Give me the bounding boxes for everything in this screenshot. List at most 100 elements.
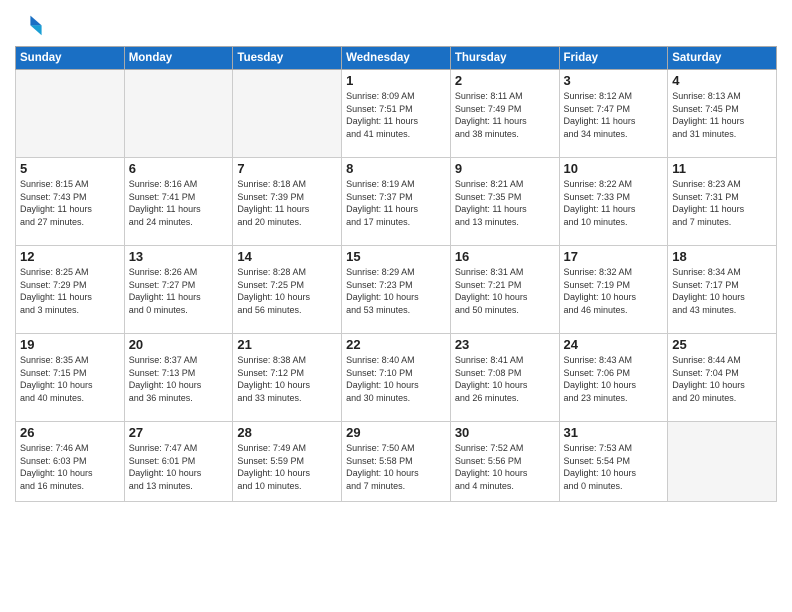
day-info: Sunrise: 8:34 AM Sunset: 7:17 PM Dayligh… [672, 266, 772, 316]
day-number: 30 [455, 425, 555, 440]
day-number: 13 [129, 249, 229, 264]
calendar-header-tuesday: Tuesday [233, 47, 342, 70]
calendar-cell: 2 Sunrise: 8:11 AM Sunset: 7:49 PM Daylig… [450, 70, 559, 158]
calendar-cell: 27 Sunrise: 7:47 AM Sunset: 6:01 PM Dayli… [124, 422, 233, 502]
calendar-header-friday: Friday [559, 47, 668, 70]
day-number: 1 [346, 73, 446, 88]
day-info: Sunrise: 8:38 AM Sunset: 7:12 PM Dayligh… [237, 354, 337, 404]
calendar-cell [16, 70, 125, 158]
day-number: 3 [564, 73, 664, 88]
calendar-cell [124, 70, 233, 158]
day-number: 25 [672, 337, 772, 352]
day-info: Sunrise: 8:31 AM Sunset: 7:21 PM Dayligh… [455, 266, 555, 316]
calendar-header-sunday: Sunday [16, 47, 125, 70]
calendar-header-wednesday: Wednesday [342, 47, 451, 70]
calendar-cell: 20 Sunrise: 8:37 AM Sunset: 7:13 PM Dayli… [124, 334, 233, 422]
day-number: 9 [455, 161, 555, 176]
calendar-cell: 4 Sunrise: 8:13 AM Sunset: 7:45 PM Daylig… [668, 70, 777, 158]
day-info: Sunrise: 8:25 AM Sunset: 7:29 PM Dayligh… [20, 266, 120, 316]
calendar-cell: 8 Sunrise: 8:19 AM Sunset: 7:37 PM Daylig… [342, 158, 451, 246]
day-number: 19 [20, 337, 120, 352]
day-number: 22 [346, 337, 446, 352]
calendar-header-monday: Monday [124, 47, 233, 70]
calendar-cell: 30 Sunrise: 7:52 AM Sunset: 5:56 PM Dayli… [450, 422, 559, 502]
calendar-week-1: 1Sunrise: 8:09 AM Sunset: 7:51 PM Daylig… [16, 70, 777, 158]
day-info: Sunrise: 8:40 AM Sunset: 7:10 PM Dayligh… [346, 354, 446, 404]
day-info: Sunrise: 7:46 AM Sunset: 6:03 PM Dayligh… [20, 442, 120, 492]
calendar-cell [668, 422, 777, 502]
calendar-cell: 24 Sunrise: 8:43 AM Sunset: 7:06 PM Dayli… [559, 334, 668, 422]
day-info: Sunrise: 8:43 AM Sunset: 7:06 PM Dayligh… [564, 354, 664, 404]
calendar: SundayMondayTuesdayWednesdayThursdayFrid… [15, 46, 777, 502]
day-info: Sunrise: 8:11 AM Sunset: 7:49 PM Dayligh… [455, 90, 555, 140]
calendar-cell: 26 Sunrise: 7:46 AM Sunset: 6:03 PM Dayli… [16, 422, 125, 502]
day-number: 20 [129, 337, 229, 352]
calendar-cell: 13 Sunrise: 8:26 AM Sunset: 7:27 PM Dayli… [124, 246, 233, 334]
calendar-cell: 17Sunrise: 8:32 AM Sunset: 7:19 PM Dayli… [559, 246, 668, 334]
day-number: 29 [346, 425, 446, 440]
day-number: 10 [564, 161, 664, 176]
day-number: 14 [237, 249, 337, 264]
calendar-cell: 23 Sunrise: 8:41 AM Sunset: 7:08 PM Dayli… [450, 334, 559, 422]
calendar-cell: 18 Sunrise: 8:34 AM Sunset: 7:17 PM Dayli… [668, 246, 777, 334]
day-info: Sunrise: 8:29 AM Sunset: 7:23 PM Dayligh… [346, 266, 446, 316]
day-number: 8 [346, 161, 446, 176]
day-info: Sunrise: 7:53 AM Sunset: 5:54 PM Dayligh… [564, 442, 664, 492]
calendar-cell: 31 Sunrise: 7:53 AM Sunset: 5:54 PM Dayli… [559, 422, 668, 502]
day-number: 23 [455, 337, 555, 352]
day-number: 21 [237, 337, 337, 352]
calendar-week-5: 26 Sunrise: 7:46 AM Sunset: 6:03 PM Dayli… [16, 422, 777, 502]
day-info: Sunrise: 8:16 AM Sunset: 7:41 PM Dayligh… [129, 178, 229, 228]
day-number: 31 [564, 425, 664, 440]
day-number: 12 [20, 249, 120, 264]
day-info: Sunrise: 8:13 AM Sunset: 7:45 PM Dayligh… [672, 90, 772, 140]
day-number: 2 [455, 73, 555, 88]
calendar-cell: 3 Sunrise: 8:12 AM Sunset: 7:47 PM Daylig… [559, 70, 668, 158]
day-info: Sunrise: 8:23 AM Sunset: 7:31 PM Dayligh… [672, 178, 772, 228]
day-number: 27 [129, 425, 229, 440]
day-number: 11 [672, 161, 772, 176]
day-number: 4 [672, 73, 772, 88]
day-info: Sunrise: 8:12 AM Sunset: 7:47 PM Dayligh… [564, 90, 664, 140]
day-number: 5 [20, 161, 120, 176]
day-number: 6 [129, 161, 229, 176]
calendar-cell: 21 Sunrise: 8:38 AM Sunset: 7:12 PM Dayli… [233, 334, 342, 422]
calendar-cell: 22 Sunrise: 8:40 AM Sunset: 7:10 PM Dayli… [342, 334, 451, 422]
day-number: 16 [455, 249, 555, 264]
day-number: 24 [564, 337, 664, 352]
day-info: Sunrise: 8:19 AM Sunset: 7:37 PM Dayligh… [346, 178, 446, 228]
day-info: Sunrise: 8:37 AM Sunset: 7:13 PM Dayligh… [129, 354, 229, 404]
day-info: Sunrise: 8:44 AM Sunset: 7:04 PM Dayligh… [672, 354, 772, 404]
calendar-cell: 9 Sunrise: 8:21 AM Sunset: 7:35 PM Daylig… [450, 158, 559, 246]
day-number: 26 [20, 425, 120, 440]
day-info: Sunrise: 8:21 AM Sunset: 7:35 PM Dayligh… [455, 178, 555, 228]
day-info: Sunrise: 8:26 AM Sunset: 7:27 PM Dayligh… [129, 266, 229, 316]
logo [15, 10, 47, 38]
calendar-cell: 10 Sunrise: 8:22 AM Sunset: 7:33 PM Dayli… [559, 158, 668, 246]
calendar-cell: 11 Sunrise: 8:23 AM Sunset: 7:31 PM Dayli… [668, 158, 777, 246]
day-info: Sunrise: 7:49 AM Sunset: 5:59 PM Dayligh… [237, 442, 337, 492]
day-info: Sunrise: 7:52 AM Sunset: 5:56 PM Dayligh… [455, 442, 555, 492]
calendar-cell [233, 70, 342, 158]
day-info: Sunrise: 8:41 AM Sunset: 7:08 PM Dayligh… [455, 354, 555, 404]
day-info: Sunrise: 8:22 AM Sunset: 7:33 PM Dayligh… [564, 178, 664, 228]
day-info: Sunrise: 7:47 AM Sunset: 6:01 PM Dayligh… [129, 442, 229, 492]
calendar-cell: 1Sunrise: 8:09 AM Sunset: 7:51 PM Daylig… [342, 70, 451, 158]
day-info: Sunrise: 8:32 AM Sunset: 7:19 PM Dayligh… [564, 266, 664, 316]
calendar-week-4: 19 Sunrise: 8:35 AM Sunset: 7:15 PM Dayli… [16, 334, 777, 422]
day-number: 18 [672, 249, 772, 264]
calendar-header-row: SundayMondayTuesdayWednesdayThursdayFrid… [16, 47, 777, 70]
logo-icon [15, 10, 43, 38]
calendar-cell: 25 Sunrise: 8:44 AM Sunset: 7:04 PM Dayli… [668, 334, 777, 422]
calendar-week-3: 12 Sunrise: 8:25 AM Sunset: 7:29 PM Dayli… [16, 246, 777, 334]
calendar-cell: 5 Sunrise: 8:15 AM Sunset: 7:43 PM Daylig… [16, 158, 125, 246]
day-number: 7 [237, 161, 337, 176]
calendar-header-saturday: Saturday [668, 47, 777, 70]
calendar-cell: 7Sunrise: 8:18 AM Sunset: 7:39 PM Daylig… [233, 158, 342, 246]
day-info: Sunrise: 8:15 AM Sunset: 7:43 PM Dayligh… [20, 178, 120, 228]
calendar-cell: 12 Sunrise: 8:25 AM Sunset: 7:29 PM Dayli… [16, 246, 125, 334]
day-info: Sunrise: 7:50 AM Sunset: 5:58 PM Dayligh… [346, 442, 446, 492]
calendar-header-thursday: Thursday [450, 47, 559, 70]
calendar-cell: 14Sunrise: 8:28 AM Sunset: 7:25 PM Dayli… [233, 246, 342, 334]
day-info: Sunrise: 8:35 AM Sunset: 7:15 PM Dayligh… [20, 354, 120, 404]
